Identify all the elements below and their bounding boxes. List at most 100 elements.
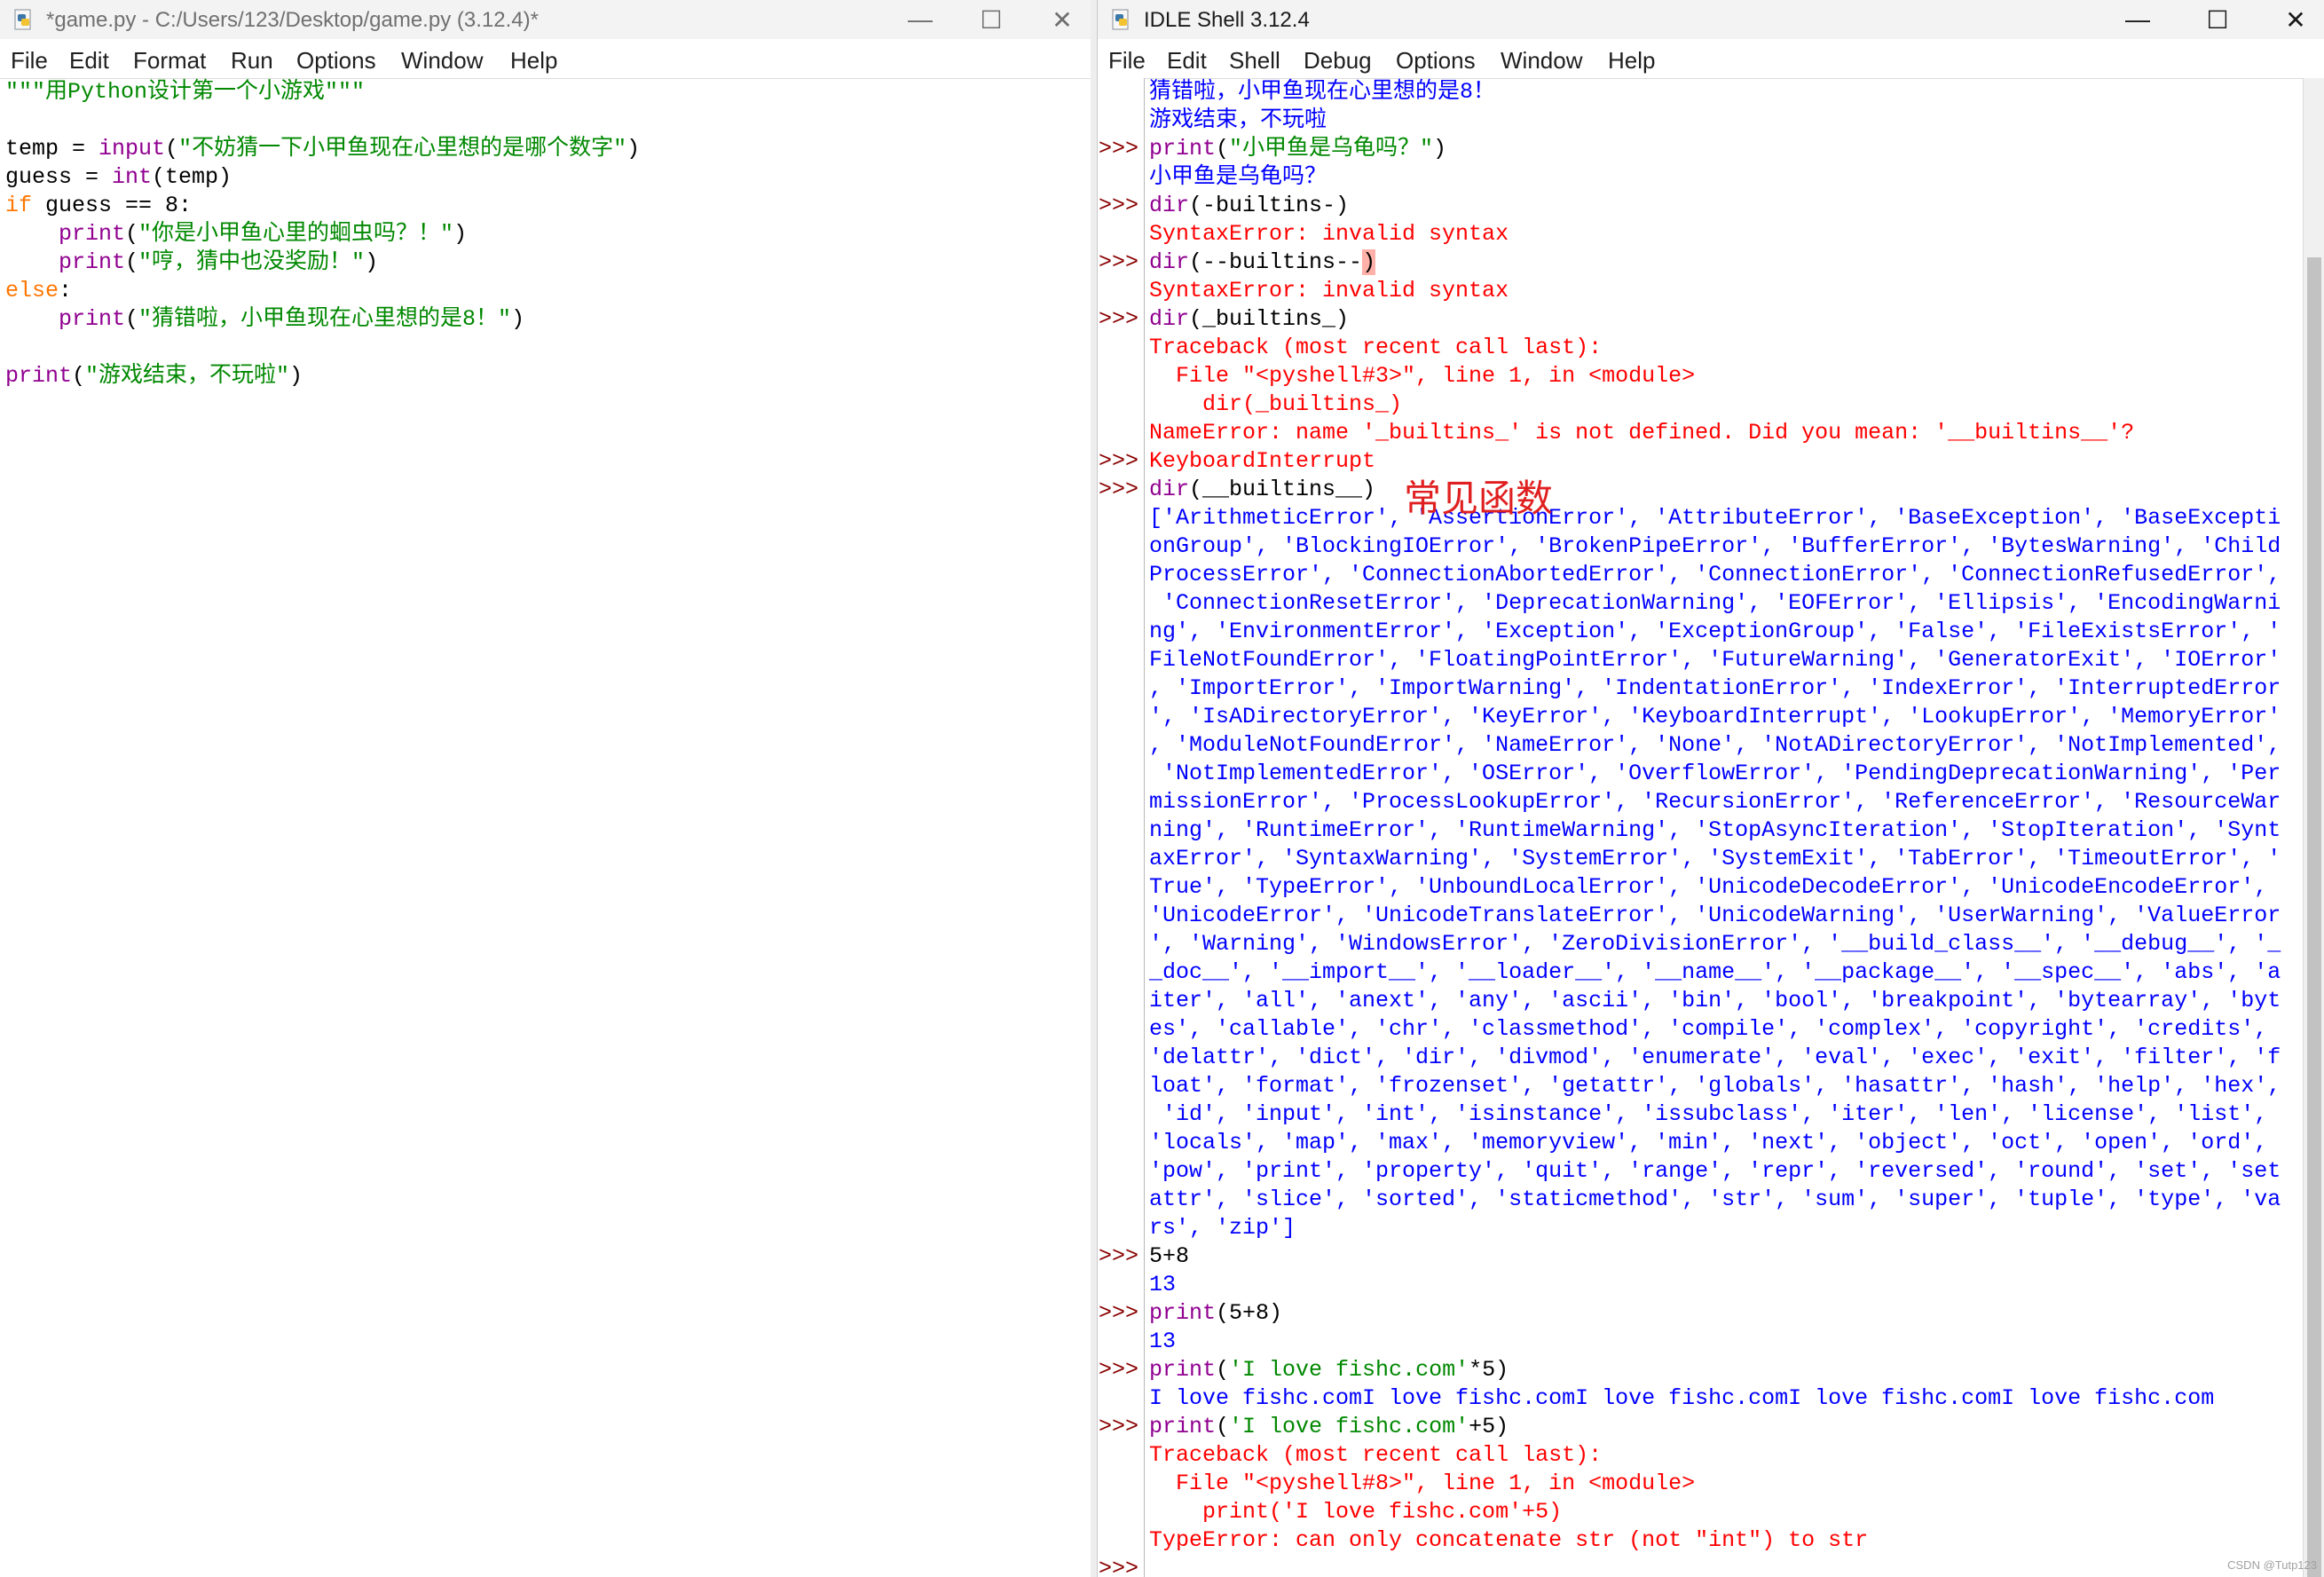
shell-line: 'ConnectionResetError', 'DeprecationWarn… <box>1149 589 2295 618</box>
shell-minimize-button[interactable]: — <box>2109 0 2166 39</box>
shell-line: dir(__builtins__) <box>1149 476 2295 504</box>
shell-line: SyntaxError: invalid syntax <box>1149 277 2295 305</box>
code-token: File "<pyshell#8>", line 1, in <module> <box>1149 1471 1696 1496</box>
code-token: 'NotImplementedError', 'OSError', 'Overf… <box>1149 761 2281 786</box>
editor-maximize-button[interactable]: ☐ <box>963 0 1020 39</box>
shell-prompt: >>> <box>1099 1300 1139 1326</box>
shell-line: 13 <box>1149 1328 2295 1356</box>
shell-line: print('I love fishc.com'+5) <box>1149 1498 2295 1526</box>
shell-prompt: >>> <box>1099 1357 1139 1383</box>
code-token: attr', 'slice', 'sorted', 'staticmethod'… <box>1149 1187 2281 1212</box>
menu-window[interactable]: Window <box>401 47 483 75</box>
code-token: int <box>112 164 153 190</box>
shell-line: iter', 'all', 'anext', 'any', 'ascii', '… <box>1149 987 2295 1015</box>
shell-window: IDLE Shell 3.12.4 — ☐ ✕ File Edit Shell Deb… <box>1097 0 2324 1577</box>
python-shell-icon <box>1112 9 1129 30</box>
code-token: missionError', 'ProcessLookupError', 'Re… <box>1149 789 2281 815</box>
menu-shell[interactable]: Shell <box>1229 47 1280 75</box>
code-token: KeyboardInterrupt <box>1149 448 1376 474</box>
code-token: ) <box>511 306 525 332</box>
code-token: "猜错啦，小甲鱼现在心里想的是8！" <box>138 306 512 332</box>
code-token: es', 'callable', 'chr', 'classmethod', '… <box>1149 1016 2268 1042</box>
shell-title: IDLE Shell 3.12.4 <box>1144 8 1310 32</box>
shell-line: 'id', 'input', 'int', 'isinstance', 'iss… <box>1149 1100 2295 1129</box>
code-token: (-builtins-) <box>1189 193 1350 218</box>
code-token: ( <box>125 306 139 332</box>
code-token: print <box>1149 136 1217 162</box>
code-token: ( <box>1216 136 1230 162</box>
code-token: temp = <box>5 136 99 162</box>
code-token: guess = <box>5 164 113 190</box>
code-token: 'pow', 'print', 'property', 'quit', 'ran… <box>1149 1158 2281 1184</box>
code-token: 游戏结束，不玩啦 <box>1149 107 1327 133</box>
shell-line: 'locals', 'map', 'max', 'memoryview', 'm… <box>1149 1129 2295 1157</box>
shell-line: print(5+8) <box>1149 1299 2295 1328</box>
shell-line: missionError', 'ProcessLookupError', 'Re… <box>1149 788 2295 816</box>
code-token: FileNotFoundError', 'FloatingPointError'… <box>1149 647 2281 673</box>
menu-edit[interactable]: Edit <box>69 47 109 75</box>
editor-code-area[interactable]: """用Python设计第一个小游戏""" temp = input("不妨猜一下… <box>5 78 1091 1577</box>
menu-help[interactable]: Help <box>1608 47 1655 75</box>
shell-line: 13 <box>1149 1271 2295 1299</box>
scrollbar-thumb[interactable] <box>2307 257 2321 1577</box>
code-line: temp = input("不妨猜一下小甲鱼现在心里想的是哪个数字") <box>5 135 1091 163</box>
code-token: ( <box>1216 1414 1230 1439</box>
shell-line: 'delattr', 'dict', 'dir', 'divmod', 'enu… <box>1149 1044 2295 1072</box>
shell-line: ProcessError', 'ConnectionAbortedError',… <box>1149 561 2295 589</box>
editor-close-button[interactable]: ✕ <box>1034 0 1091 39</box>
code-token: True', 'TypeError', 'UnboundLocalError',… <box>1149 874 2268 900</box>
editor-minimize-button[interactable]: — <box>892 0 949 39</box>
shell-output-area[interactable]: 猜错啦，小甲鱼现在心里想的是8！ 游戏结束，不玩啦 print("小甲鱼是乌龟吗？"… <box>1149 78 2295 1577</box>
code-token: +5) <box>1469 1414 1509 1439</box>
menu-file[interactable]: File <box>1108 47 1146 75</box>
code-token: ['ArithmeticError', 'AssertionError', 'A… <box>1149 505 2281 531</box>
code-token: axError', 'SyntaxWarning', 'SystemError'… <box>1149 846 2281 871</box>
code-token: print <box>59 221 126 247</box>
shell-prompt: >>> <box>1099 1243 1139 1269</box>
code-line: print("游戏结束，不玩啦") <box>5 362 1091 390</box>
code-token: _doc__', '__import__', '__loader__', '__… <box>1149 959 2281 985</box>
code-token: ProcessError', 'ConnectionAbortedError',… <box>1149 562 2281 587</box>
shell-line: _doc__', '__import__', '__loader__', '__… <box>1149 958 2295 987</box>
code-token: ) <box>365 249 379 275</box>
shell-line: NameError: name '_builtins_' is not defi… <box>1149 419 2295 447</box>
code-token: onGroup', 'BlockingIOError', 'BrokenPipe… <box>1149 533 2281 559</box>
code-token: input <box>98 136 166 162</box>
menu-options[interactable]: Options <box>1396 47 1476 75</box>
menu-window[interactable]: Window <box>1501 47 1582 75</box>
menu-run[interactable]: Run <box>231 47 273 75</box>
shell-titlebar[interactable]: IDLE Shell 3.12.4 — ☐ ✕ <box>1098 0 2324 39</box>
code-token: "你是小甲鱼心里的蛔虫吗？！" <box>138 221 454 247</box>
code-token: (__builtins__) <box>1189 477 1376 502</box>
menu-file[interactable]: File <box>11 47 48 75</box>
editor-title: *game.py - C:/Users/123/Desktop/game.py … <box>46 8 539 32</box>
menu-options[interactable]: Options <box>296 47 376 75</box>
shell-line: TypeError: can only concatenate str (not… <box>1149 1526 2295 1555</box>
code-token: "游戏结束，不玩啦" <box>85 363 290 389</box>
code-token: dir(_builtins_) <box>1149 391 1403 417</box>
shell-line: 5+8 <box>1149 1242 2295 1271</box>
menu-help[interactable]: Help <box>510 47 557 75</box>
watermark: CSDN @Tutp123 <box>2227 1558 2317 1572</box>
code-line: print("你是小甲鱼心里的蛔虫吗？！") <box>5 220 1091 248</box>
shell-line: 游戏结束，不玩啦 <box>1149 106 2295 135</box>
editor-titlebar[interactable]: *game.py - C:/Users/123/Desktop/game.py … <box>0 0 1091 39</box>
code-token: 5+8 <box>1149 1243 1190 1269</box>
shell-scrollbar[interactable] <box>2303 78 2324 1577</box>
code-token: ( <box>125 249 139 275</box>
code-token: print <box>59 306 126 332</box>
shell-maximize-button[interactable]: ☐ <box>2189 0 2246 39</box>
code-token: ', 'Warning', 'WindowsError', 'ZeroDivis… <box>1149 931 2281 957</box>
shell-line: onGroup', 'BlockingIOError', 'BrokenPipe… <box>1149 532 2295 561</box>
code-token: """用Python设计第一个小游戏""" <box>5 79 366 105</box>
code-line: if guess == 8: <box>5 192 1091 220</box>
menu-format[interactable]: Format <box>133 47 206 75</box>
code-token: dir <box>1149 193 1190 218</box>
menu-debug[interactable]: Debug <box>1304 47 1372 75</box>
menu-edit[interactable]: Edit <box>1167 47 1207 75</box>
shell-close-button[interactable]: ✕ <box>2267 0 2324 39</box>
code-token: ( <box>125 221 139 247</box>
code-token: ) <box>453 221 468 247</box>
